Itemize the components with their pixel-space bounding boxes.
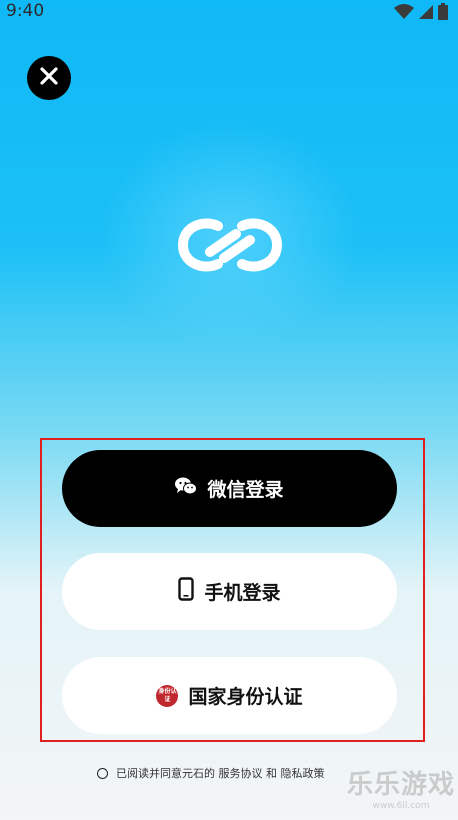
terms-link[interactable]: 服务协议: [219, 767, 263, 780]
phone-icon: [178, 577, 195, 606]
wechat-login-label: 微信登录: [207, 479, 284, 501]
id-auth-label: 国家身份认证: [188, 686, 303, 708]
id-auth-button[interactable]: 身份认证 国家身份认证: [62, 657, 397, 734]
id-badge-text: 身份认证: [158, 687, 177, 703]
battery-icon: [438, 3, 448, 24]
id-badge-icon: 身份认证: [156, 684, 179, 707]
watermark-url: www.6ll.com: [372, 801, 430, 811]
phone-login-button[interactable]: 手机登录: [62, 553, 397, 630]
close-icon: [39, 66, 59, 90]
status-bar: 9:40: [0, 0, 458, 24]
phone-login-label: 手机登录: [204, 582, 281, 604]
watermark: 乐乐游戏 www.6ll.com: [344, 770, 458, 820]
status-time: 9:40: [6, 1, 45, 21]
agreement-prefix: 已阅读并同意元石的: [116, 767, 215, 780]
agreement-and: 和: [266, 767, 277, 780]
wechat-icon: [175, 477, 198, 500]
agreement-row: 已阅读并同意元石的 服务协议 和 隐私政策: [97, 765, 325, 781]
agreement-checkbox[interactable]: [97, 767, 108, 779]
close-button[interactable]: [27, 56, 71, 100]
signal-icon: [418, 4, 434, 24]
wifi-icon: [394, 3, 414, 24]
privacy-link[interactable]: 隐私政策: [281, 767, 325, 780]
app-logo-icon: [177, 214, 283, 276]
watermark-title: 乐乐游戏: [346, 770, 455, 800]
wechat-login-button[interactable]: 微信登录: [62, 450, 397, 527]
